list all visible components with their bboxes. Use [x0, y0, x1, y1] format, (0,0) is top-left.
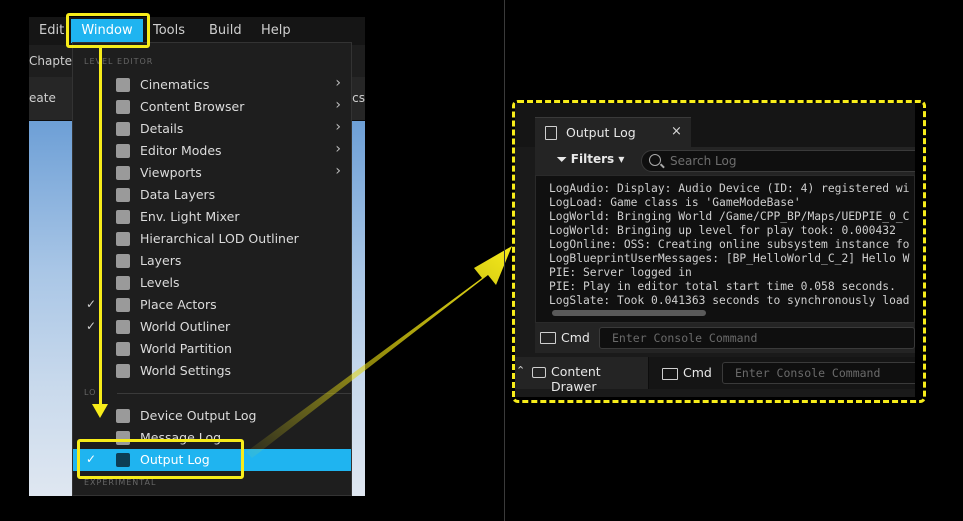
log-line: LogSlate: Took 0.041363 seconds to synch…	[549, 294, 910, 307]
filter-icon: ⏷	[557, 152, 567, 166]
chevron-up-icon: ⌃	[516, 364, 526, 377]
search-placeholder: Search Log	[670, 154, 737, 168]
output-log-icon	[545, 126, 557, 140]
log-line: PIE: Play in editor total start time 0.0…	[549, 280, 896, 293]
search-icon	[649, 154, 661, 166]
log-line: LogWorld: Bringing World /Game/CPP_BP/Ma…	[549, 210, 910, 223]
panel-divider	[504, 0, 505, 521]
chevron-down-icon: ▾	[618, 152, 625, 166]
tab-strip: Output Log ×	[515, 103, 915, 147]
console-command-input[interactable]: Enter Console Command	[599, 327, 915, 349]
tab-output-log[interactable]: Output Log ×	[535, 117, 691, 147]
horizontal-scrollbar[interactable]	[552, 310, 706, 316]
console-placeholder: Enter Console Command	[735, 366, 881, 380]
folder-icon	[532, 367, 546, 378]
log-line: PIE: Server logged in	[549, 266, 692, 279]
log-line: LogOnline: OSS: Creating online subsyste…	[549, 238, 910, 251]
console-command-bar: Cmd Enter Console Command	[535, 323, 915, 353]
output-log-toolbar: ⏷ Filters ▾ Search Log	[535, 147, 915, 175]
console-icon	[540, 332, 556, 344]
filters-dropdown[interactable]: ⏷ Filters ▾	[557, 152, 624, 167]
log-line: LogBlueprintUserMessages: [BP_HelloWorld…	[549, 252, 910, 265]
cmd-selector[interactable]: Cmd	[683, 365, 712, 380]
close-icon[interactable]: ×	[671, 124, 682, 139]
log-line: LogWorld: Bringing up level for play too…	[549, 224, 896, 237]
content-drawer-button[interactable]: ⌃ Content Drawer	[515, 357, 649, 394]
tab-title: Output Log	[566, 125, 636, 140]
console-icon	[662, 368, 678, 380]
console-placeholder: Enter Console Command	[612, 331, 758, 345]
log-line: LogAudio: Display: Audio Device (ID: 4) …	[549, 182, 910, 195]
search-log-input[interactable]: Search Log	[641, 150, 915, 172]
output-log-panel: Output Log × ⏷ Filters ▾ Search Log LogA…	[515, 103, 915, 397]
cmd-selector[interactable]: Cmd	[561, 330, 590, 345]
log-line: LogLoad: Game class is 'GameModeBase'	[549, 196, 801, 209]
console-command-input[interactable]: Enter Console Command	[722, 362, 915, 384]
status-bar: ⌃ Content Drawer Cmd Enter Console Comma…	[515, 357, 915, 394]
content-drawer-label: Content Drawer	[551, 364, 601, 394]
log-text-area[interactable]: LogAudio: Display: Audio Device (ID: 4) …	[535, 175, 915, 323]
filters-label: Filters	[570, 152, 615, 166]
